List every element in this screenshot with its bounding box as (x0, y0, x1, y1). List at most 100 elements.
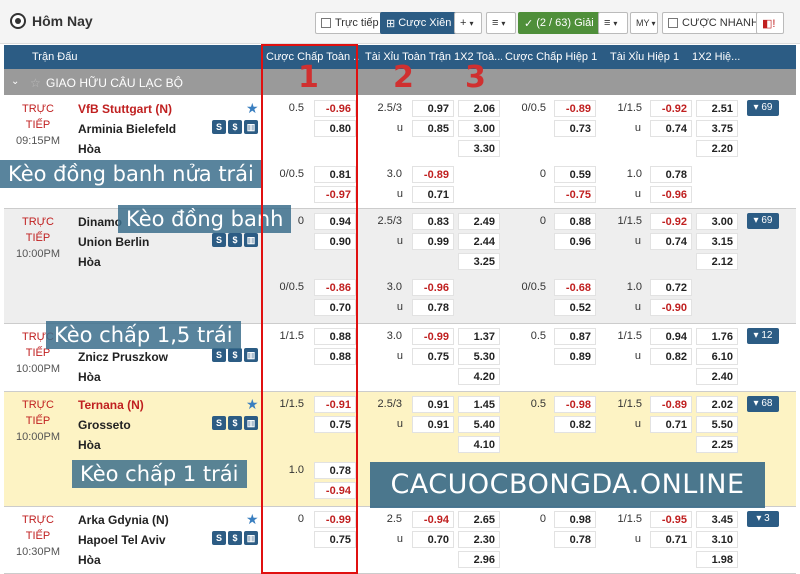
leagues-filter-button[interactable]: ✓ (2 / 63) Giải (518, 12, 600, 34)
half-away-win-odds[interactable]: 3.75 (696, 120, 738, 137)
over-odds[interactable]: -0.96 (412, 279, 454, 296)
star-icon[interactable]: ☆ (30, 76, 41, 90)
half-away-win-odds[interactable]: 3.15 (696, 233, 738, 250)
over-odds[interactable]: -0.89 (412, 166, 454, 183)
half-home-win-odds[interactable]: 3.00 (696, 213, 738, 230)
home-win-odds[interactable]: 1.45 (458, 396, 500, 413)
stats-icon[interactable]: S (212, 233, 226, 247)
half-over-odds[interactable]: 0.72 (650, 279, 692, 296)
half-ah-home-odds[interactable]: 0.88 (554, 213, 596, 230)
live-filter-checkbox[interactable]: Trực tiếp (315, 12, 385, 34)
under-odds[interactable]: 0.85 (412, 120, 454, 137)
dollar-icon[interactable]: $ (228, 233, 242, 247)
half-draw-odds[interactable]: 2.40 (696, 368, 738, 385)
draw-odds[interactable]: 2.96 (458, 551, 500, 568)
half-ah-home-odds[interactable]: -0.98 (554, 396, 596, 413)
half-ah-away-odds[interactable]: 0.52 (554, 299, 596, 316)
half-draw-odds[interactable]: 2.12 (696, 253, 738, 270)
home-win-odds[interactable]: 2.06 (458, 100, 500, 117)
chart-icon[interactable]: ▥ (244, 531, 258, 545)
away-win-odds[interactable]: 5.30 (458, 348, 500, 365)
half-ah-away-odds[interactable]: 0.82 (554, 416, 596, 433)
dollar-icon[interactable]: $ (228, 416, 242, 430)
half-ah-home-odds[interactable]: 0.59 (554, 166, 596, 183)
over-odds[interactable]: -0.94 (412, 511, 454, 528)
half-over-odds[interactable]: -0.95 (650, 511, 692, 528)
half-over-odds[interactable]: -0.92 (650, 100, 692, 117)
half-draw-odds[interactable]: 1.98 (696, 551, 738, 568)
favorite-star-icon[interactable]: ★ (246, 396, 259, 413)
chart-icon[interactable]: ▥ (244, 348, 258, 362)
stats-icon[interactable]: S (212, 416, 226, 430)
parlay-button[interactable]: ⊞ Cược Xiên (380, 12, 458, 34)
odds-type-select[interactable]: MY ▾ (630, 12, 658, 34)
half-away-win-odds[interactable]: 6.10 (696, 348, 738, 365)
away-team[interactable]: Hapoel Tel Aviv (78, 533, 166, 547)
half-under-odds[interactable]: 0.74 (650, 120, 692, 137)
collapse-icon[interactable]: ⌄ (11, 76, 19, 87)
half-over-odds[interactable]: -0.92 (650, 213, 692, 230)
half-under-odds[interactable]: -0.96 (650, 186, 692, 203)
under-odds[interactable]: 0.70 (412, 531, 454, 548)
home-win-odds[interactable]: 2.65 (458, 511, 500, 528)
home-team[interactable]: VfB Stuttgart (N) (78, 102, 172, 116)
away-team[interactable]: Grosseto (78, 418, 131, 432)
away-win-odds[interactable]: 5.40 (458, 416, 500, 433)
chart-icon[interactable]: ▥ (244, 233, 258, 247)
half-under-odds[interactable]: 0.74 (650, 233, 692, 250)
dollar-icon[interactable]: $ (228, 348, 242, 362)
half-away-win-odds[interactable]: 3.10 (696, 531, 738, 548)
home-team[interactable]: Ternana (N) (78, 398, 144, 412)
half-home-win-odds[interactable]: 2.02 (696, 396, 738, 413)
half-home-win-odds[interactable]: 1.76 (696, 328, 738, 345)
more-bets-button[interactable]: ▾ 3 (747, 511, 779, 527)
home-win-odds[interactable]: 1.37 (458, 328, 500, 345)
half-over-odds[interactable]: 0.78 (650, 166, 692, 183)
draw-odds[interactable]: 4.10 (458, 436, 500, 453)
under-odds[interactable]: 0.99 (412, 233, 454, 250)
half-ah-away-odds[interactable]: 0.96 (554, 233, 596, 250)
more-bets-button[interactable]: ▾ 69 (747, 100, 779, 116)
half-over-odds[interactable]: -0.89 (650, 396, 692, 413)
over-odds[interactable]: 0.91 (412, 396, 454, 413)
away-team[interactable]: Union Berlin (78, 235, 149, 249)
half-under-odds[interactable]: 0.71 (650, 416, 692, 433)
half-draw-odds[interactable]: 2.25 (696, 436, 738, 453)
half-home-win-odds[interactable]: 2.51 (696, 100, 738, 117)
more-bets-button[interactable]: ▾ 12 (747, 328, 779, 344)
quick-bet-checkbox[interactable]: CƯỢC NHANH (662, 12, 765, 34)
menu-button[interactable]: ≡ ▾ (598, 12, 628, 34)
more-bets-button[interactable]: ▾ 68 (747, 396, 779, 412)
stats-icon[interactable]: S (212, 120, 226, 134)
half-ah-away-odds[interactable]: 0.73 (554, 120, 596, 137)
over-odds[interactable]: -0.99 (412, 328, 454, 345)
away-team[interactable]: Arminia Bielefeld (78, 122, 176, 136)
over-odds[interactable]: 0.83 (412, 213, 454, 230)
half-over-odds[interactable]: 0.94 (650, 328, 692, 345)
under-odds[interactable]: 0.91 (412, 416, 454, 433)
sound-button[interactable]: ◧! (756, 12, 784, 34)
under-odds[interactable]: 0.78 (412, 299, 454, 316)
draw-odds[interactable]: 4.20 (458, 368, 500, 385)
half-ah-home-odds[interactable]: 0.98 (554, 511, 596, 528)
under-odds[interactable]: 0.71 (412, 186, 454, 203)
dollar-icon[interactable]: $ (228, 531, 242, 545)
half-ah-away-odds[interactable]: 0.78 (554, 531, 596, 548)
stats-icon[interactable]: S (212, 531, 226, 545)
half-under-odds[interactable]: 0.82 (650, 348, 692, 365)
half-ah-home-odds[interactable]: -0.68 (554, 279, 596, 296)
favorite-star-icon[interactable]: ★ (246, 511, 259, 528)
under-odds[interactable]: 0.75 (412, 348, 454, 365)
away-win-odds[interactable]: 3.00 (458, 120, 500, 137)
chart-icon[interactable]: ▥ (244, 416, 258, 430)
chart-icon[interactable]: ▥ (244, 120, 258, 134)
half-under-odds[interactable]: 0.71 (650, 531, 692, 548)
stats-icon[interactable]: S (212, 348, 226, 362)
half-ah-home-odds[interactable]: 0.87 (554, 328, 596, 345)
home-team[interactable]: Arka Gdynia (N) (78, 513, 169, 527)
half-draw-odds[interactable]: 2.20 (696, 140, 738, 157)
draw-odds[interactable]: 3.30 (458, 140, 500, 157)
home-team[interactable]: Dinamo (78, 215, 122, 229)
away-win-odds[interactable]: 2.44 (458, 233, 500, 250)
half-ah-away-odds[interactable]: -0.75 (554, 186, 596, 203)
